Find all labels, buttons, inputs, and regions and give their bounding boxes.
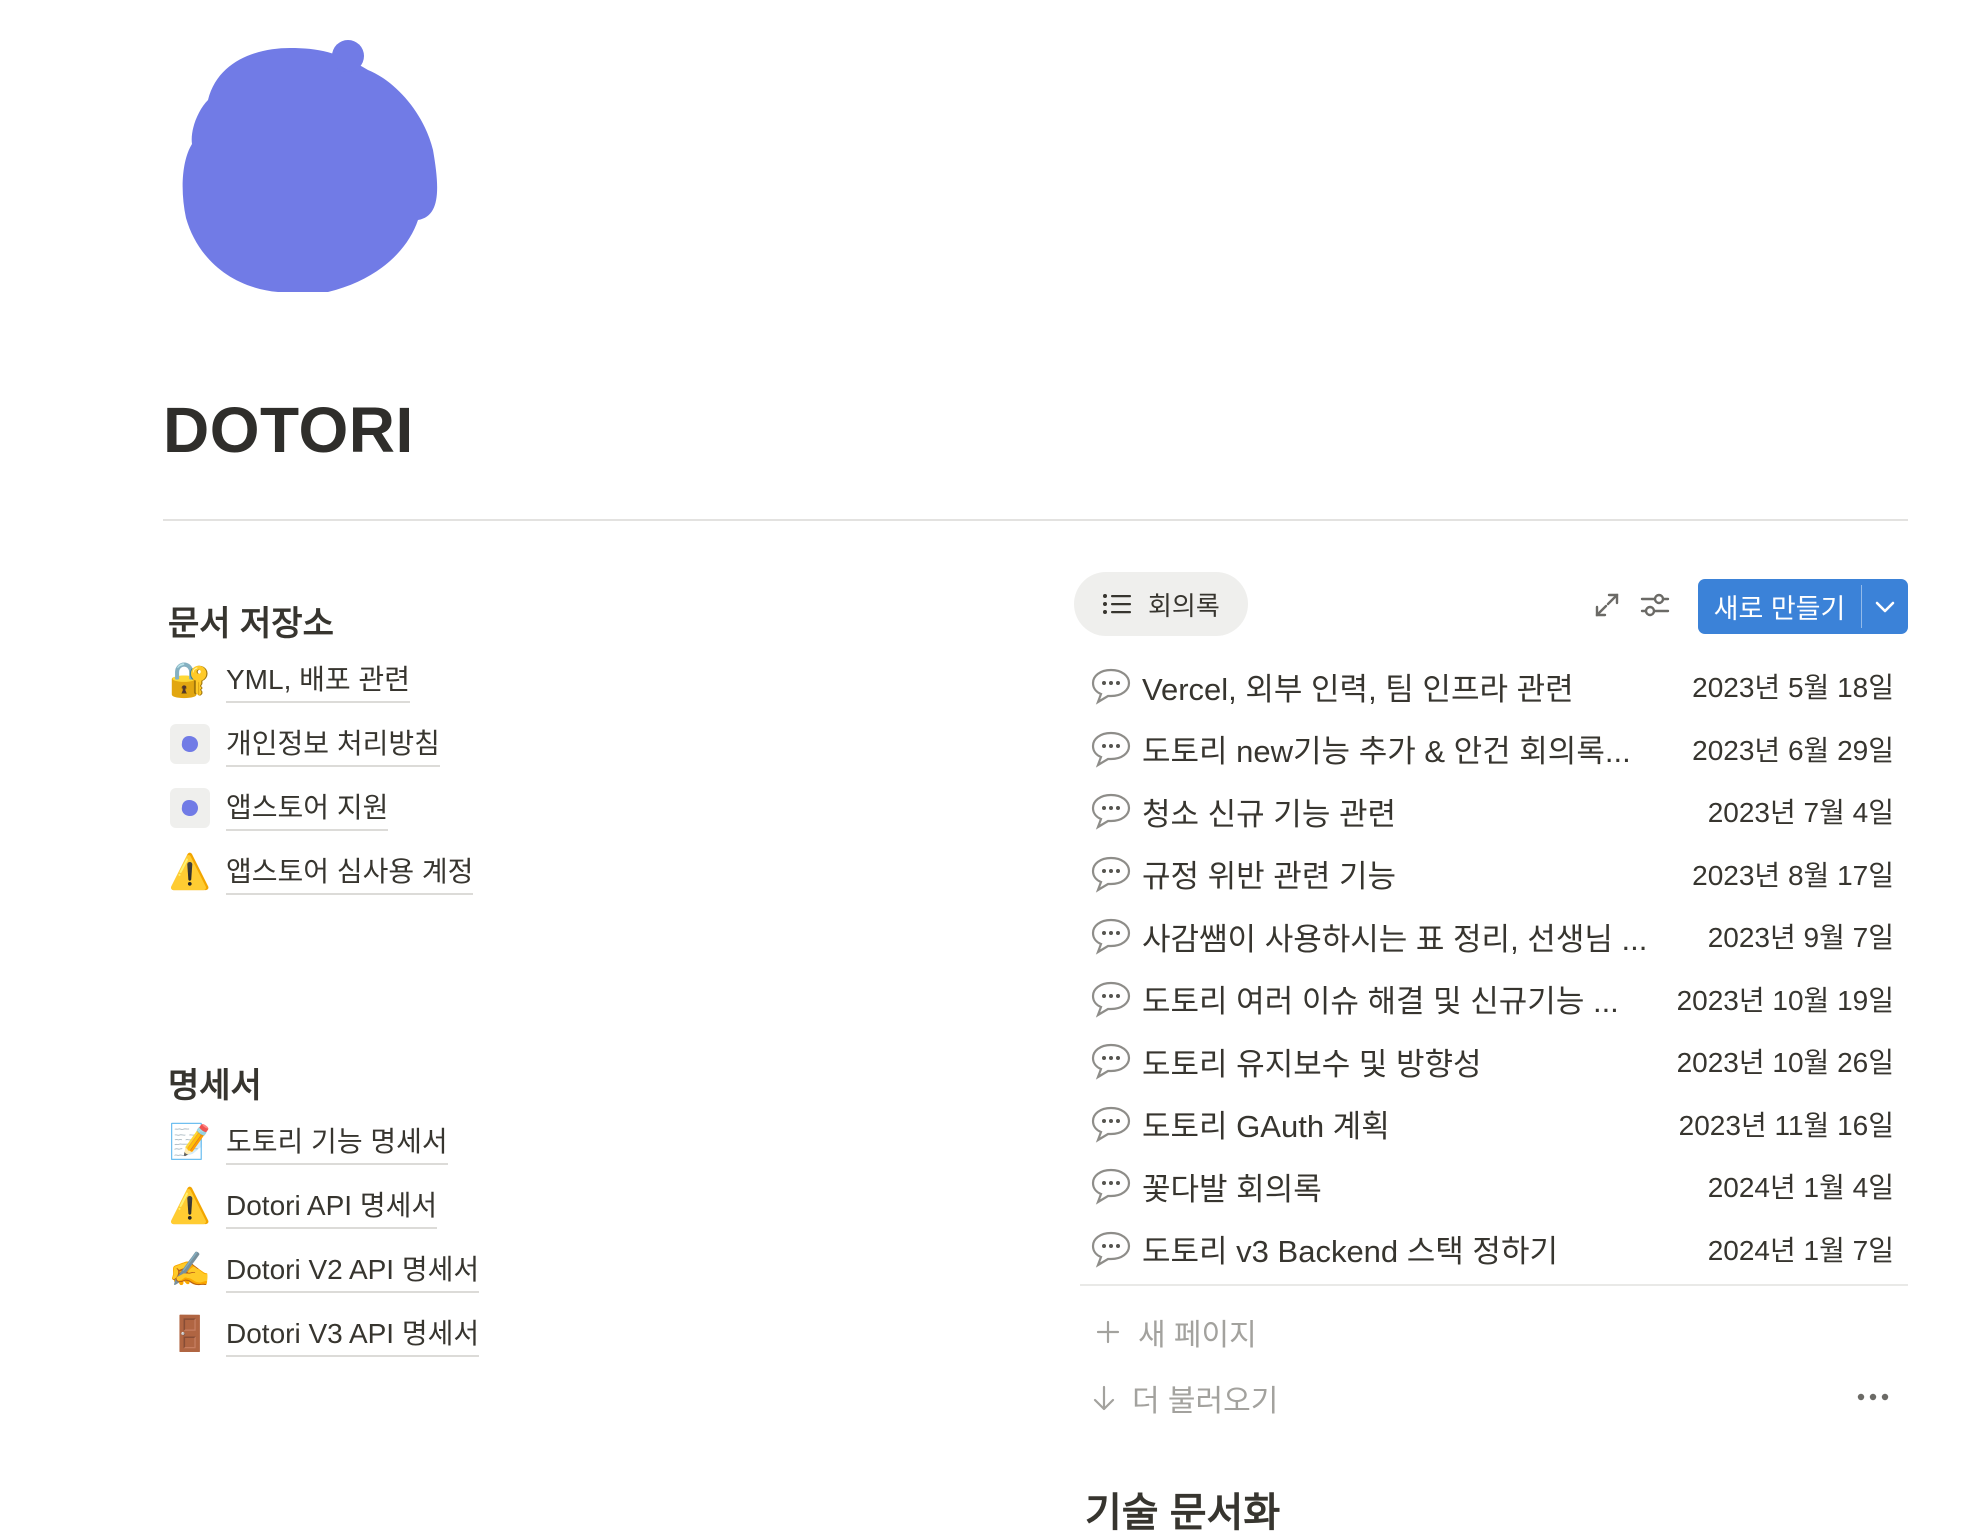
new-page-button[interactable]: 새 페이지 (1094, 1310, 1257, 1354)
row-title[interactable]: 청소 신규 기능 관련 (1142, 789, 1698, 834)
speech-bubble-icon (1091, 794, 1131, 830)
list-item[interactable]: 도토리 GAuth 계획 2023년 11월 16일 (1088, 1093, 1894, 1156)
list-item[interactable]: Vercel, 외부 인력, 팀 인프라 관련 2023년 5월 18일 (1088, 655, 1894, 718)
row-date: 2023년 7월 4일 (1707, 797, 1894, 829)
doc-item-appstore-support[interactable]: 앱스토어 지원 (168, 776, 473, 840)
new-page-label: 새 페이지 (1138, 1319, 1257, 1352)
row-date: 2023년 10월 19일 (1676, 984, 1894, 1016)
speech-bubble-icon (1091, 856, 1131, 893)
speech-bubble-icon (1091, 1231, 1131, 1268)
row-title[interactable]: 꽃다발 회의록 (1142, 1164, 1698, 1209)
row-date: 2023년 8월 17일 (1692, 859, 1894, 891)
row-title[interactable]: 도토리 new기능 추가 & 안건 회의록... (1142, 726, 1682, 771)
meeting-notes-list: Vercel, 외부 인력, 팀 인프라 관련 2023년 5월 18일 도토리… (1088, 655, 1894, 1280)
load-more-label: 더 불러오기 (1132, 1385, 1279, 1418)
row-title[interactable]: 도토리 여러 이슈 해결 및 신규기능 ... (1142, 976, 1667, 1021)
doc-label[interactable]: 앱스토어 지원 (226, 786, 389, 831)
warning-icon: ⚠️ (168, 1187, 212, 1225)
row-date: 2023년 9월 7일 (1707, 922, 1894, 954)
list-item[interactable]: 사감쌤이 사용하시는 표 정리, 선생님 ... 2023년 9월 7일 (1088, 905, 1894, 968)
row-date: 2023년 11월 16일 (1678, 1109, 1894, 1141)
list-item[interactable]: 규정 위반 관련 기능 2023년 8월 17일 (1088, 843, 1894, 906)
doc-label[interactable]: Dotori API 명세서 (226, 1184, 438, 1229)
speech-bubble-icon (1091, 731, 1131, 768)
page-title[interactable]: DOTORI (163, 393, 414, 467)
list-item[interactable]: 도토리 유지보수 및 방향성 2023년 10월 26일 (1088, 1030, 1894, 1093)
section-title-specs[interactable]: 명세서 (168, 1058, 262, 1107)
row-date: 2023년 5월 18일 (1692, 672, 1894, 704)
memo-icon: 📝 (168, 1123, 212, 1161)
row-date: 2023년 6월 29일 (1692, 734, 1894, 766)
list-item[interactable]: 도토리 여러 이슈 해결 및 신규기능 ... 2023년 10월 19일 (1088, 968, 1894, 1031)
divider (1080, 1284, 1908, 1286)
row-title[interactable]: 도토리 GAuth 계획 (1142, 1101, 1669, 1146)
doc-label[interactable]: 개인정보 처리방침 (226, 722, 440, 767)
tab-meeting-notes[interactable]: 회의록 (1074, 572, 1248, 636)
doc-item-v2-api-spec[interactable]: ✍️ Dotori V2 API 명세서 (168, 1238, 480, 1302)
row-title[interactable]: 규정 위반 관련 기능 (1142, 851, 1682, 896)
acorn-icon[interactable] (178, 40, 438, 292)
door-icon: 🚪 (168, 1315, 212, 1353)
chevron-down-icon[interactable] (1862, 579, 1908, 634)
settings-sliders-icon[interactable] (1638, 588, 1672, 622)
arrow-down-icon (1093, 1385, 1115, 1411)
doc-label[interactable]: YML, 배포 관련 (226, 658, 410, 703)
divider (163, 519, 1908, 521)
row-title[interactable]: 도토리 유지보수 및 방향성 (1142, 1039, 1667, 1084)
list-view-icon (1103, 594, 1131, 614)
list-item[interactable]: 도토리 v3 Backend 스택 정하기 2024년 1월 7일 (1088, 1218, 1894, 1281)
acorn-dot-icon (170, 724, 210, 764)
list-item[interactable]: 도토리 new기능 추가 & 안건 회의록... 2023년 6월 29일 (1088, 718, 1894, 781)
expand-icon[interactable] (1590, 588, 1624, 622)
speech-bubble-icon (1091, 919, 1131, 955)
docs-list: 🔐 YML, 배포 관련 개인정보 처리방침 앱스토어 지원 ⚠️ 앱스토어 심… (168, 648, 474, 904)
doc-label[interactable]: Dotori V3 API 명세서 (226, 1312, 480, 1357)
speech-bubble-icon (1091, 669, 1131, 705)
row-title[interactable]: 도토리 v3 Backend 스택 정하기 (1142, 1226, 1698, 1271)
plus-icon (1096, 1320, 1120, 1344)
new-button-label[interactable]: 새로 만들기 (1698, 579, 1861, 634)
doc-label[interactable]: 앱스토어 심사용 계정 (226, 850, 474, 895)
lock-key-icon: 🔐 (168, 661, 212, 699)
speech-bubble-icon (1091, 981, 1131, 1018)
section-title-docs[interactable]: 문서 저장소 (168, 596, 334, 645)
doc-label[interactable]: Dotori V2 API 명세서 (226, 1248, 480, 1293)
speech-bubble-icon (1091, 1044, 1131, 1080)
doc-item-review-account[interactable]: ⚠️ 앱스토어 심사용 계정 (168, 840, 474, 904)
new-button[interactable]: 새로 만들기 (1698, 579, 1908, 634)
warning-icon: ⚠️ (168, 853, 212, 891)
writing-hand-icon: ✍️ (168, 1251, 212, 1289)
speech-bubble-icon (1091, 1106, 1131, 1143)
row-title[interactable]: Vercel, 외부 인력, 팀 인프라 관련 (1142, 664, 1682, 709)
more-horizontal-icon[interactable] (1856, 1390, 1890, 1404)
row-title[interactable]: 사감쌤이 사용하시는 표 정리, 선생님 ... (1142, 914, 1698, 959)
speech-bubble-icon (1091, 1169, 1131, 1205)
doc-item-v3-api-spec[interactable]: 🚪 Dotori V3 API 명세서 (168, 1302, 480, 1366)
load-more-button[interactable]: 더 불러오기 (1090, 1376, 1278, 1420)
doc-item-yml[interactable]: 🔐 YML, 배포 관련 (168, 648, 473, 712)
row-date: 2024년 1월 4일 (1707, 1172, 1894, 1204)
doc-item-privacy[interactable]: 개인정보 처리방침 (168, 712, 473, 776)
doc-item-api-spec[interactable]: ⚠️ Dotori API 명세서 (168, 1174, 479, 1238)
list-item[interactable]: 청소 신규 기능 관련 2023년 7월 4일 (1088, 780, 1894, 843)
row-date: 2024년 1월 7일 (1707, 1234, 1894, 1266)
specs-list: 📝 도토리 기능 명세서 ⚠️ Dotori API 명세서 ✍️ Dotori… (168, 1110, 480, 1366)
doc-item-feature-spec[interactable]: 📝 도토리 기능 명세서 (168, 1110, 479, 1174)
doc-label[interactable]: 도토리 기능 명세서 (226, 1120, 448, 1165)
row-date: 2023년 10월 26일 (1676, 1047, 1894, 1079)
section-title-tech-docs[interactable]: 기술 문서화 (1085, 1480, 1280, 1538)
acorn-dot-icon (170, 788, 210, 828)
list-item[interactable]: 꽃다발 회의록 2024년 1월 4일 (1088, 1155, 1894, 1218)
tab-label: 회의록 (1148, 590, 1220, 621)
